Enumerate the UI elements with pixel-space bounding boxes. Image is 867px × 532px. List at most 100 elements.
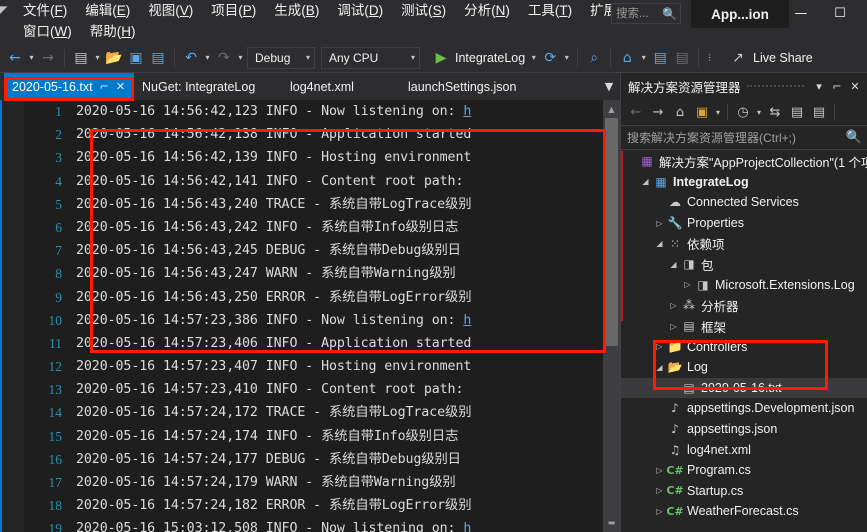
editor-line[interactable]: 7 2020-05-16 14:56:43,245 DEBUG - 系统自带Deb… — [24, 239, 620, 262]
tree-item-[interactable]: ◢ ⁙ 依赖项 — [621, 233, 867, 254]
tab-overflow-icon[interactable]: ▼ — [600, 77, 618, 95]
pending-caret-icon[interactable]: ▾ — [754, 101, 764, 123]
menu-item-7[interactable]: 测试(S) — [392, 0, 455, 22]
code-editor[interactable]: 1 2020-05-16 14:56:42,123 INFO - Now list… — [0, 100, 620, 532]
chevron-expanded-icon[interactable]: ◢ — [653, 363, 666, 372]
home-view-icon[interactable]: ⌂ — [616, 47, 638, 69]
new-file-icon[interactable]: ▤ — [70, 47, 92, 69]
redo-caret-icon[interactable]: ▾ — [235, 47, 246, 69]
editor-line[interactable]: 8 2020-05-16 14:56:43,247 WARN - 系统自带Warn… — [24, 262, 620, 285]
solution-tree[interactable]: ▦ 解决方案"AppProjectCollection"(1 个项 ◢ ▦ Integr… — [621, 151, 867, 532]
menu-item-2-b[interactable]: 帮助(H) — [81, 21, 145, 43]
tree-item-connectedservices[interactable]: ☁ Connected Services — [621, 192, 867, 213]
url-link[interactable]: h — [463, 313, 471, 328]
minimize-button[interactable]: — — [783, 0, 819, 26]
scroll-up-icon[interactable]: ▲ — [603, 102, 620, 117]
chevron-expanded-icon[interactable]: ◢ — [667, 260, 680, 269]
editor-line[interactable]: 18 2020-05-16 14:57:24,182 ERROR - 系统自带Lo… — [24, 494, 620, 517]
home-icon[interactable]: ⌂ — [669, 101, 691, 123]
menu-item-2[interactable]: 编辑(E) — [76, 0, 139, 22]
tree-item-properties[interactable]: ▷ 🔧 Properties — [621, 213, 867, 234]
start-debug-label[interactable]: IntegrateLog — [452, 51, 528, 65]
editor-text-area[interactable]: 1 2020-05-16 14:56:42,123 INFO - Now list… — [24, 100, 620, 532]
chevron-right-icon[interactable]: ▷ — [653, 219, 666, 228]
solution-configuration-dropdown[interactable]: Debug ▾ — [247, 46, 315, 69]
back-icon[interactable]: ← — [625, 101, 647, 123]
tree-item-microsoft.extensions.log[interactable]: ▷ ◨ Microsoft.Extensions.Log — [621, 275, 867, 296]
quick-launch-search[interactable]: 搜索... 🔍 — [611, 3, 681, 24]
refresh-caret-icon[interactable]: ▾ — [561, 47, 572, 69]
menu-item-8[interactable]: 分析(N) — [455, 0, 519, 22]
solution-explorer-search-input[interactable]: 搜索解决方案资源管理器(Ctrl+;) 🔍 — [621, 125, 867, 150]
editor-line[interactable]: 14 2020-05-16 14:57:24,172 TRACE - 系统自带Lo… — [24, 401, 620, 424]
navigate-back-icon[interactable]: ← — [4, 47, 26, 69]
find-icon[interactable]: ⌕ — [583, 47, 605, 69]
navigate-forward-icon[interactable]: → — [37, 47, 59, 69]
start-debug-caret-icon[interactable]: ▾ — [528, 47, 539, 69]
editor-line[interactable]: 5 2020-05-16 14:56:43,240 TRACE - 系统自带Log… — [24, 193, 620, 216]
menu-item-4[interactable]: 项目(P) — [202, 0, 265, 22]
tab-3[interactable]: log4net.xml — [282, 73, 362, 100]
close-icon[interactable]: ✕ — [116, 80, 125, 93]
tree-item-log[interactable]: ◢ 📂 Log — [621, 357, 867, 378]
tree-item-weatherforecast.cs[interactable]: ▷ C# WeatherForecast.cs — [621, 501, 867, 522]
tree-item-integratelog[interactable]: ◢ ▦ IntegrateLog — [621, 172, 867, 193]
undo-icon[interactable]: ↶ — [180, 47, 202, 69]
chevron-right-icon[interactable]: ▷ — [653, 466, 666, 475]
editor-line[interactable]: 15 2020-05-16 14:57:24,174 INFO - 系统自带Inf… — [24, 425, 620, 448]
editor-line[interactable]: 2 2020-05-16 14:56:42,138 INFO - Applicat… — [24, 123, 620, 146]
editor-line[interactable]: 19 2020-05-16 15:03:12,508 INFO - Now lis… — [24, 517, 620, 532]
editor-line[interactable]: 16 2020-05-16 14:57:24,177 DEBUG - 系统自带De… — [24, 448, 620, 471]
live-share-icon[interactable]: ↗ — [727, 47, 749, 69]
chevron-right-icon[interactable]: ▷ — [667, 301, 680, 310]
pin-icon[interactable]: ⌐ — [100, 80, 109, 93]
editor-line[interactable]: 1 2020-05-16 14:56:42,123 INFO - Now list… — [24, 100, 620, 123]
editor-line[interactable]: 12 2020-05-16 14:57:23,407 INFO - Hosting… — [24, 355, 620, 378]
save-all-icon[interactable]: ▤ — [147, 47, 169, 69]
editor-line[interactable]: 4 2020-05-16 14:56:42,141 INFO - Content … — [24, 170, 620, 193]
menu-item-5[interactable]: 生成(B) — [265, 0, 328, 22]
tab-4[interactable]: launchSettings.json — [400, 73, 524, 100]
tree-item-log4net.xml[interactable]: ♫ log4net.xml — [621, 439, 867, 460]
refresh-icon[interactable]: ⟳ — [539, 47, 561, 69]
url-link[interactable]: h — [463, 521, 471, 532]
solution-platform-dropdown[interactable]: Any CPU ▾ — [321, 46, 420, 69]
url-link[interactable]: h — [463, 104, 471, 119]
sync-with-active-document-icon[interactable]: ⇆ — [764, 101, 786, 123]
chevron-expanded-icon[interactable]: ◢ — [653, 239, 666, 248]
forward-icon[interactable]: → — [647, 101, 669, 123]
editor-line[interactable]: 10 2020-05-16 14:57:23,386 INFO - Now lis… — [24, 309, 620, 332]
pending-changes-icon[interactable]: ◷ — [732, 101, 754, 123]
close-icon[interactable]: ✕ — [846, 77, 864, 95]
properties-window-icon[interactable]: ▤ — [649, 47, 671, 69]
chevron-right-icon[interactable]: ▷ — [653, 486, 666, 495]
editor-vertical-scrollbar[interactable]: ⬍ ▲ ▬ — [603, 100, 620, 532]
start-debug-icon[interactable]: ▶ — [430, 47, 452, 69]
home-view-caret-icon[interactable]: ▾ — [638, 47, 649, 69]
chevron-right-icon[interactable]: ▷ — [681, 280, 694, 289]
live-share-label[interactable]: Live Share — [749, 51, 813, 65]
editor-line[interactable]: 9 2020-05-16 14:56:43,250 ERROR - 系统自带Log… — [24, 286, 620, 309]
navigate-back-caret-icon[interactable]: ▾ — [26, 47, 37, 69]
editor-line[interactable]: 3 2020-05-16 14:56:42,139 INFO - Hosting … — [24, 146, 620, 169]
editor-line[interactable]: 17 2020-05-16 14:57:24,179 WARN - 系统自带War… — [24, 471, 620, 494]
scroll-down-icon[interactable]: ▬ — [603, 515, 620, 530]
tree-item-startup.cs[interactable]: ▷ C# Startup.cs — [621, 481, 867, 502]
menu-item-9[interactable]: 工具(T) — [519, 0, 581, 22]
tree-item-appsettings.json[interactable]: ♪ appsettings.json — [621, 419, 867, 440]
chevron-right-icon[interactable]: ▷ — [653, 342, 666, 351]
pin-icon[interactable]: ⌐ — [828, 77, 846, 95]
tree-item-appprojectcollection1[interactable]: ▦ 解决方案"AppProjectCollection"(1 个项 — [621, 151, 867, 172]
menu-item-1-b[interactable]: 窗口(W) — [14, 21, 81, 43]
tree-item-[interactable]: ▷ ▤ 框架 — [621, 316, 867, 337]
editor-line[interactable]: 13 2020-05-16 14:57:23,410 INFO - Content… — [24, 378, 620, 401]
menu-item-6[interactable]: 调试(D) — [328, 0, 392, 22]
menu-item-1[interactable]: 文件(F) — [14, 0, 76, 22]
save-icon[interactable]: ▣ — [125, 47, 147, 69]
show-all-files-icon[interactable]: ▣ — [691, 101, 713, 123]
properties-icon[interactable]: ▤ — [808, 101, 830, 123]
show-all-caret-icon[interactable]: ▾ — [713, 101, 723, 123]
tree-item-[interactable]: ◢ ◨ 包 — [621, 254, 867, 275]
scrollbar-thumb[interactable] — [605, 118, 618, 346]
toolbar-overflow-icon[interactable]: ⋮ — [704, 47, 715, 69]
